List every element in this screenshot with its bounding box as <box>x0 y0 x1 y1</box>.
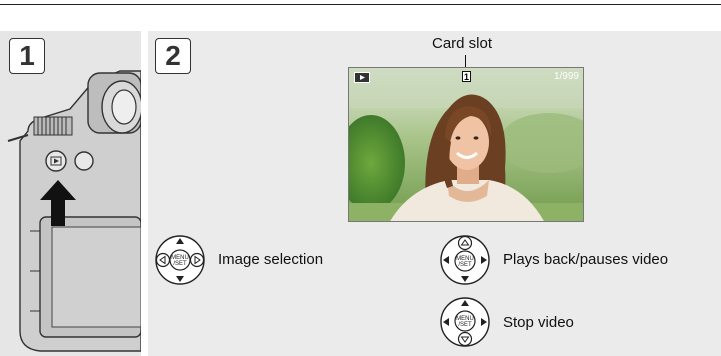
control-dial-down: MENU /SET <box>440 297 490 347</box>
woman-portrait-image <box>349 68 583 221</box>
step-1-number: 1 <box>9 38 45 74</box>
top-rule <box>0 4 721 5</box>
svg-text:/SET: /SET <box>173 261 187 267</box>
control-dial-left-right: MENU /SET <box>155 235 205 285</box>
pointer-arrow-icon <box>40 180 76 226</box>
svg-text:/SET: /SET <box>458 322 472 328</box>
image-counter: 1/999 <box>553 71 579 82</box>
plays-back-pauses-label: Plays back/pauses video <box>503 251 669 268</box>
card-slot-label: Card slot <box>432 35 493 52</box>
card-slot-number: 1 <box>462 71 471 82</box>
step-1-panel <box>0 31 141 356</box>
stop-video-label: Stop video <box>503 314 574 331</box>
image-selection-label: Image selection <box>218 251 324 268</box>
playback-icon <box>354 72 370 83</box>
step-2-number: 2 <box>155 38 191 74</box>
svg-text:/SET: /SET <box>458 262 472 268</box>
playback-photo: 1 1/999 <box>348 67 584 222</box>
control-dial-up: MENU /SET <box>440 235 490 285</box>
